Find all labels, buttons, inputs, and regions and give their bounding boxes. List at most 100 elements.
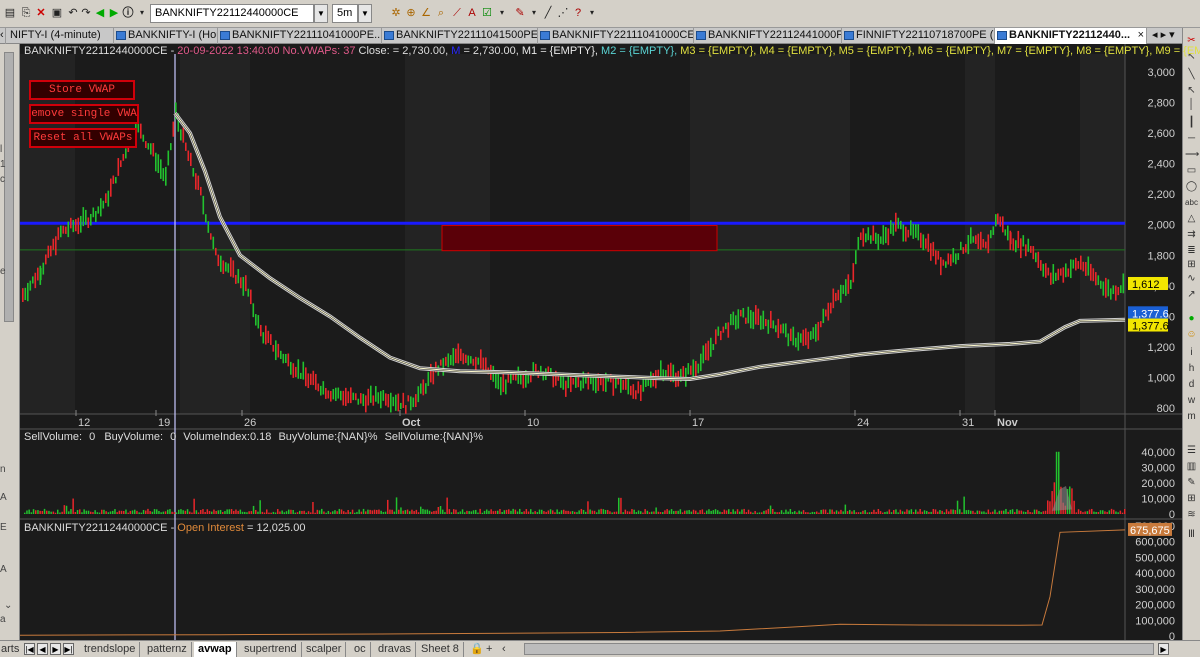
arrange-icon[interactable]: ▣ (49, 5, 65, 21)
pen-icon[interactable]: ✎ (1185, 476, 1198, 489)
trendline-icon[interactable]: ╲ (1185, 68, 1198, 81)
scroll-down-icon[interactable]: ⌄ (4, 600, 12, 611)
sheet-tab-scalper[interactable]: scalper (302, 642, 347, 657)
interval-select[interactable]: 5m (332, 4, 358, 23)
m-icon[interactable]: m (1185, 410, 1198, 423)
remove-sheet-icon[interactable]: ‹ (498, 642, 510, 657)
check-icon[interactable]: ☑ (479, 5, 495, 21)
i-icon[interactable]: i (1185, 346, 1198, 359)
close-icon[interactable]: ✕ (33, 5, 49, 21)
candle-up (517, 366, 520, 384)
horizontal-scrollbar[interactable] (524, 643, 1154, 655)
ellipse-icon[interactable]: ◯ (1185, 180, 1198, 193)
volume-bar-down (569, 511, 572, 514)
candle-down (837, 289, 840, 301)
candle-up (170, 143, 172, 151)
candle-down (457, 343, 460, 364)
candle-down (367, 388, 370, 406)
symbol-dropdown-icon[interactable]: ▼ (314, 4, 328, 23)
fibonacci-icon[interactable]: ≣ (1185, 244, 1198, 257)
last-sheet-icon[interactable]: ▶| (63, 643, 74, 655)
volume-bar-up (1099, 510, 1102, 514)
sheet-tab-supertrend[interactable]: supertrend (240, 642, 302, 657)
tab-close-icon[interactable]: × (1138, 28, 1144, 43)
cursor-icon[interactable]: ↖ (1185, 84, 1198, 97)
triangle-icon[interactable]: △ (1185, 212, 1198, 225)
sheet-tab-oc[interactable]: oc (350, 642, 371, 657)
dotted-line-icon[interactable]: ⋰ (555, 5, 571, 21)
candle-up (225, 262, 227, 272)
ray-icon[interactable]: ⟶ (1185, 148, 1199, 161)
table-icon[interactable]: ⊞ (1185, 492, 1198, 505)
candle-down (565, 380, 567, 397)
candle-up (290, 361, 292, 375)
dropdown-icon[interactable]: ▾ (134, 5, 150, 21)
crosshair-icon[interactable]: ⊕ (403, 5, 419, 21)
candle-up (92, 207, 95, 218)
candle-down (182, 127, 185, 143)
drawing-tools-icon[interactable]: ✲ (388, 5, 404, 21)
new-chart-icon[interactable]: ▤ (2, 5, 18, 21)
more-dropdown-icon[interactable]: ▾ (494, 5, 510, 21)
tab-scroll-arrows[interactable]: ◂ ▸ ▾ (1148, 28, 1182, 44)
tab-bn-41000ce[interactable]: BANKNIFTY22111041000CE... (538, 28, 694, 44)
candle-down (1037, 251, 1040, 268)
vertical-line-icon[interactable]: │ (1185, 98, 1198, 111)
tab-bn-40000ce[interactable]: BANKNIFTY22112440... × (995, 28, 1147, 44)
sheet-tab-patternz[interactable]: patternz (143, 642, 192, 657)
sheet-tab-dravas[interactable]: dravas (374, 642, 417, 657)
help-dropdown-icon[interactable]: ▾ (584, 5, 600, 21)
volume-bar-up (459, 511, 462, 514)
tab-nifty-4min[interactable]: NIFTY-I (4-minute) (6, 28, 114, 44)
sheet-tab-sheet8[interactable]: Sheet 8 (417, 642, 464, 657)
tab-bn-41000pe[interactable]: BANKNIFTY22111041000PE... (218, 28, 382, 44)
sheet-tab-trendslope[interactable]: trendslope (80, 642, 141, 657)
candle-up (700, 353, 702, 372)
angle-icon[interactable]: ∠ (418, 5, 434, 21)
hlines-icon[interactable]: Ⅲ (1185, 528, 1198, 541)
interval-dropdown-icon[interactable]: ▼ (358, 4, 372, 23)
tab-banknifty-hourly[interactable]: BANKNIFTY-I (Hourly) (114, 28, 218, 44)
candle-down (987, 234, 990, 254)
green-circle-icon[interactable]: ● (1185, 312, 1198, 325)
list-icon[interactable]: ☰ (1185, 444, 1198, 457)
remove-single-vwap-button[interactable]: emove single VWA (29, 104, 139, 124)
reset-all-vwaps-button[interactable]: Reset all VWAPs (29, 128, 137, 148)
arrow-up-icon[interactable]: ↗ (1185, 288, 1198, 301)
smile-icon[interactable]: ☺ (1185, 328, 1198, 341)
h-icon[interactable]: h (1185, 362, 1198, 375)
line-tool-icon[interactable]: ╱ (540, 5, 556, 21)
tab-finnifty[interactable]: FINNIFTY22110718700PE (1... (842, 28, 995, 44)
vertical-bar-icon[interactable]: ┃ (1185, 116, 1198, 129)
w-icon[interactable]: w (1185, 394, 1198, 407)
add-sheet-icon[interactable]: + (482, 642, 496, 657)
zoom-icon[interactable]: ⌕ (433, 5, 449, 21)
volume-bar-down (664, 510, 666, 514)
text-tool-icon[interactable]: A (464, 5, 480, 21)
store-vwap-button[interactable]: Store VWAP (29, 80, 135, 100)
left-scrollbar[interactable] (4, 52, 14, 322)
wave-icon[interactable]: ∿ (1185, 272, 1198, 285)
first-sheet-icon[interactable]: |◀ (24, 643, 35, 655)
volume-bar-down (692, 509, 695, 514)
layers-icon[interactable]: ≋ (1185, 508, 1198, 521)
symbol-input[interactable]: BANKNIFTY22112440000CE (150, 4, 314, 23)
tab-bn-41000pe-nov[interactable]: BANKNIFTY22112441000PE... (694, 28, 842, 44)
tab-bn-41500pe[interactable]: BANKNIFTY22111041500PE... (382, 28, 538, 44)
prev-sheet-icon[interactable]: ◀ (37, 643, 48, 655)
bars-icon[interactable]: ▥ (1185, 460, 1198, 473)
horizontal-line-icon[interactable]: ─ (1185, 132, 1198, 145)
chart-svg[interactable]: 3,0002,8002,6002,4002,2002,0001,8001,600… (19, 44, 1182, 643)
copy-icon[interactable]: ⎘ (18, 5, 34, 21)
d-icon[interactable]: d (1185, 378, 1198, 391)
chart-area[interactable]: 3,0002,8002,6002,4002,2002,0001,8001,600… (19, 44, 1200, 643)
scroll-right-icon[interactable]: ▶ (1158, 643, 1169, 655)
channel-icon[interactable]: ⇉ (1185, 228, 1198, 241)
rectangle-icon[interactable]: ▭ (1185, 164, 1198, 177)
ruler-icon[interactable]: ⟋ (449, 5, 465, 21)
grid-icon[interactable]: ⊞ (1185, 258, 1198, 271)
left-fragment: l (0, 144, 3, 155)
next-sheet-icon[interactable]: ▶ (50, 643, 61, 655)
sheet-tab-avwap[interactable]: avwap (194, 642, 237, 657)
text-abc-icon[interactable]: abc (1185, 196, 1198, 209)
